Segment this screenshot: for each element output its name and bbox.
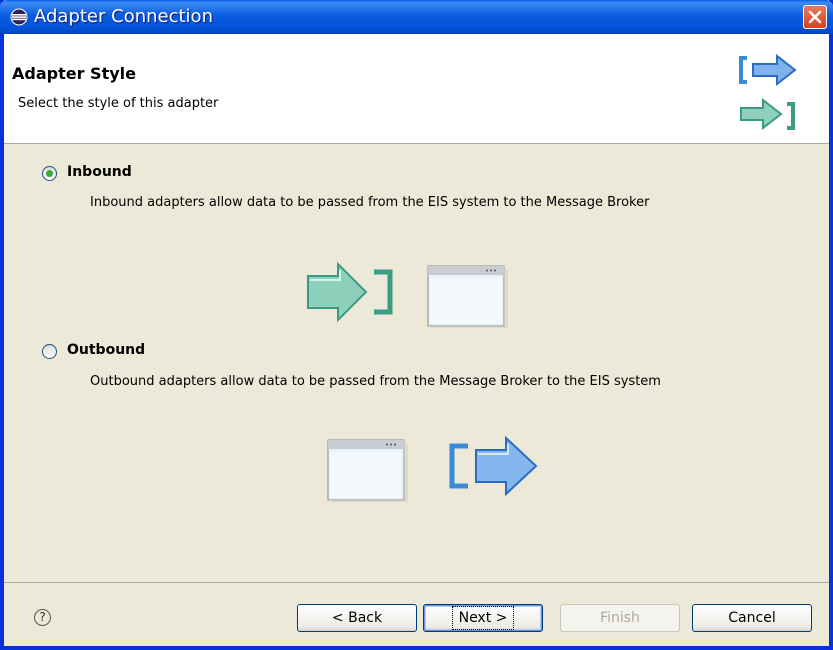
wizard-header: Adapter Style Select the style of this a… bbox=[4, 34, 829, 144]
adapter-connection-dialog: Adapter Connection Adapter Style Select … bbox=[0, 0, 833, 650]
finish-button[interactable]: Finish bbox=[560, 604, 680, 632]
inbound-label[interactable]: Inbound bbox=[67, 164, 132, 180]
outbound-label[interactable]: Outbound bbox=[67, 342, 145, 358]
outbound-description: Outbound adapters allow data to be passe… bbox=[90, 374, 661, 389]
outbound-illustration bbox=[327, 435, 538, 502]
footer-separator bbox=[4, 582, 829, 583]
eclipse-icon bbox=[10, 8, 28, 26]
page-title: Adapter Style bbox=[12, 64, 136, 83]
adapter-wizard-icon bbox=[739, 54, 797, 131]
back-button[interactable]: < Back bbox=[297, 604, 417, 632]
close-icon bbox=[808, 10, 822, 24]
title-bar[interactable]: Adapter Connection bbox=[0, 0, 833, 34]
close-button[interactable] bbox=[803, 5, 827, 29]
cancel-button-label: Cancel bbox=[728, 610, 776, 626]
inbound-description: Inbound adapters allow data to be passed… bbox=[90, 195, 650, 210]
outbound-radio[interactable] bbox=[42, 344, 57, 359]
cancel-button[interactable]: Cancel bbox=[692, 604, 812, 632]
page-description: Select the style of this adapter bbox=[18, 96, 219, 111]
finish-button-label: Finish bbox=[600, 610, 640, 626]
back-button-label: < Back bbox=[331, 610, 383, 626]
help-icon[interactable]: ? bbox=[34, 609, 51, 626]
inbound-illustration bbox=[307, 261, 508, 328]
next-button[interactable]: Next > bbox=[423, 604, 543, 632]
inbound-radio[interactable] bbox=[42, 166, 57, 181]
window-title: Adapter Connection bbox=[34, 6, 213, 27]
next-button-label: Next > bbox=[451, 606, 515, 630]
